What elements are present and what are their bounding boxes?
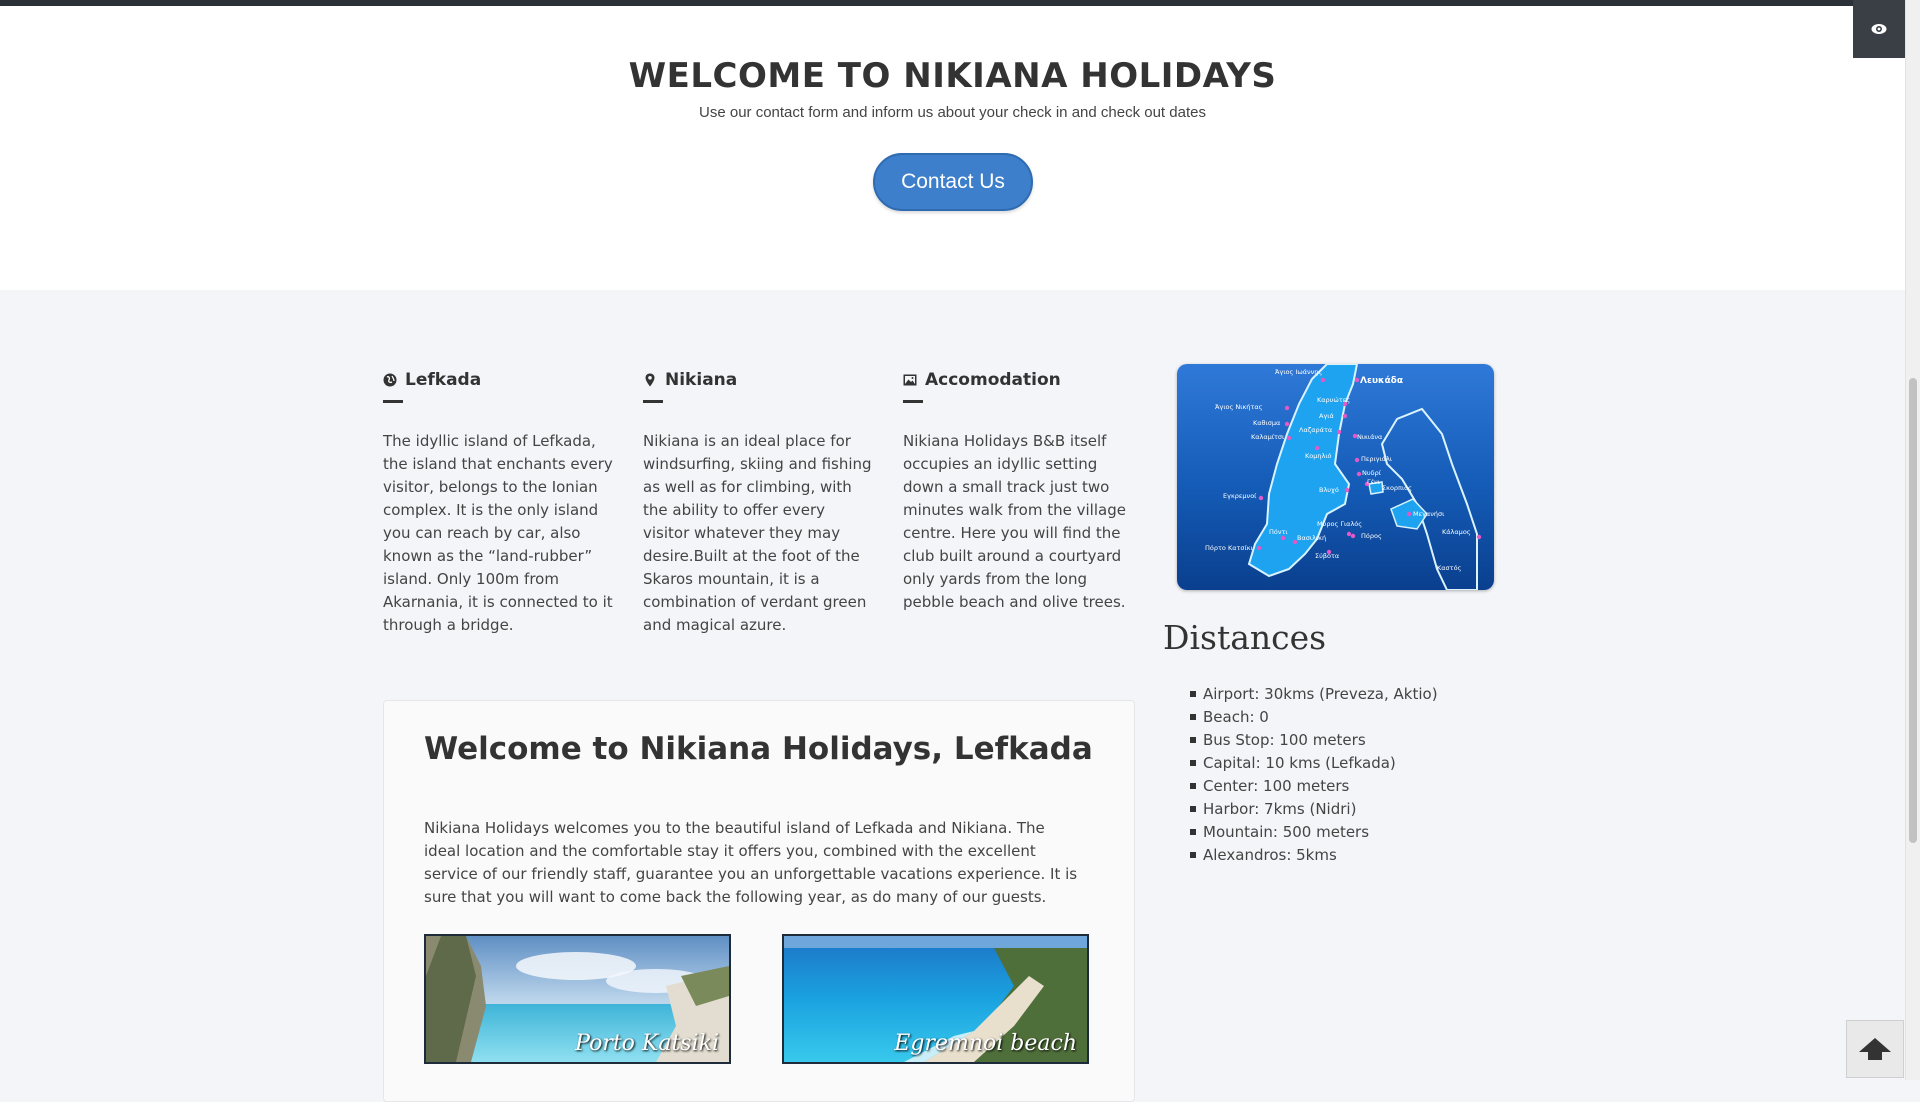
column-title: Nikiana [665,370,738,390]
scrollbar-thumb[interactable] [1909,378,1917,843]
lefkada-map-illustration: Άγιος Ιωάννης Λευκάδα Καρυώτες Άγιος Νικ… [1205,364,1482,590]
distances-list: Airport: 30kms (Preveza, Aktio) Beach: 0… [1190,683,1438,867]
contact-us-button[interactable]: Contact Us [873,153,1033,211]
hero-subtitle: Use our contact form and inform us about… [699,104,1206,121]
distance-item: Capital: 10 kms (Lefkada) [1190,752,1438,775]
map-label: Λαζαράτα [1299,426,1332,434]
map-label: Άγιος Νικήτας [1215,403,1263,411]
title-underline [903,400,923,403]
map-label: Άγιος Ιωάννης [1275,368,1322,376]
map-label: Καρυώτες [1317,396,1350,404]
map-label: Πόρτο Κατσίκι [1205,544,1253,552]
back-to-top-button[interactable] [1846,1020,1904,1078]
column-title: Lefkada [405,370,482,390]
column-text: Nikiana is an ideal place for windsurfin… [643,432,872,634]
title-underline [383,400,403,403]
map-label: Βασιλική [1297,534,1326,542]
map-label: Μεγανήσι [1413,510,1444,518]
lefkada-map-image[interactable]: Άγιος Ιωάννης Λευκάδα Καρυώτες Άγιος Νικ… [1177,364,1494,590]
image-caption: Egremnoi beach [894,1031,1077,1056]
arrow-up-icon [1859,1038,1891,1060]
picture-icon [903,374,917,386]
column-nikiana: Nikiana Nikiana is an ideal place for wi… [643,370,873,637]
welcome-card: Welcome to Nikiana Holidays, Lefkada Nik… [383,700,1135,1102]
title-underline [643,400,663,403]
map-label: Αγιά [1319,412,1334,420]
distance-item: Center: 100 meters [1190,775,1438,798]
map-label: Σκορπιός [1382,484,1412,492]
image-caption: Porto Katsiki [575,1031,719,1056]
visibility-toggle-button[interactable] [1853,0,1905,58]
distance-item: Mountain: 500 meters [1190,821,1438,844]
distances-title: Distances [1163,618,1327,657]
map-label: Σύβοτα [1315,552,1339,560]
map-label: Γένι [1367,478,1380,486]
hero-section: WELCOME TO NIKIANA HOLIDAYS Use our cont… [0,6,1905,290]
map-label: Λευκάδα [1360,376,1403,386]
column-lefkada: Lefkada The idyllic island of Lefkada, t… [383,370,613,637]
map-label: Περιγιάλι [1361,455,1392,463]
distance-item: Airport: 30kms (Preveza, Aktio) [1190,683,1438,706]
page-scrollbar[interactable] [1905,0,1920,1080]
map-label: Μύρος Γιαλός [1317,520,1362,528]
column-text: The idyllic island of Lefkada, the islan… [383,432,613,634]
eye-icon [1871,24,1887,34]
welcome-text: Nikiana Holidays welcomes you to the bea… [424,819,1078,906]
column-title: Accomodation [925,370,1061,390]
map-label: Κομηλιό [1305,452,1332,460]
egremnoi-beach-image[interactable]: Egremnoi beach [782,934,1089,1064]
map-label: Καστός [1437,564,1462,572]
welcome-title: Welcome to Nikiana Holidays, Lefkada [424,731,1093,767]
distance-item: Harbor: 7kms (Nidri) [1190,798,1438,821]
map-label: Βλυχό [1319,486,1339,494]
globe-icon [383,373,397,387]
map-label: Καθισμα [1253,419,1280,427]
map-label: Πόρος [1361,532,1382,540]
map-label: Νυδρί [1362,469,1382,477]
distance-item: Beach: 0 [1190,706,1438,729]
column-text: Nikiana Holidays B&B itself occupies an … [903,432,1126,611]
distance-item: Alexandros: 5kms [1190,844,1438,867]
porto-katsiki-image[interactable]: Porto Katsiki [424,934,731,1064]
map-label: Νικιάνα [1357,433,1382,441]
column-accomodation: Accomodation Nikiana Holidays B&B itself… [903,370,1133,614]
distance-item: Bus Stop: 100 meters [1190,729,1438,752]
map-label: Εγκρεμνοί [1223,492,1257,500]
map-label: Κάλαμος [1442,528,1471,536]
map-label: Καλαμίτσι [1251,433,1284,441]
page-title: WELCOME TO NIKIANA HOLIDAYS [628,56,1277,96]
map-marker-icon [645,373,655,387]
map-label: Πόντι [1269,528,1288,536]
